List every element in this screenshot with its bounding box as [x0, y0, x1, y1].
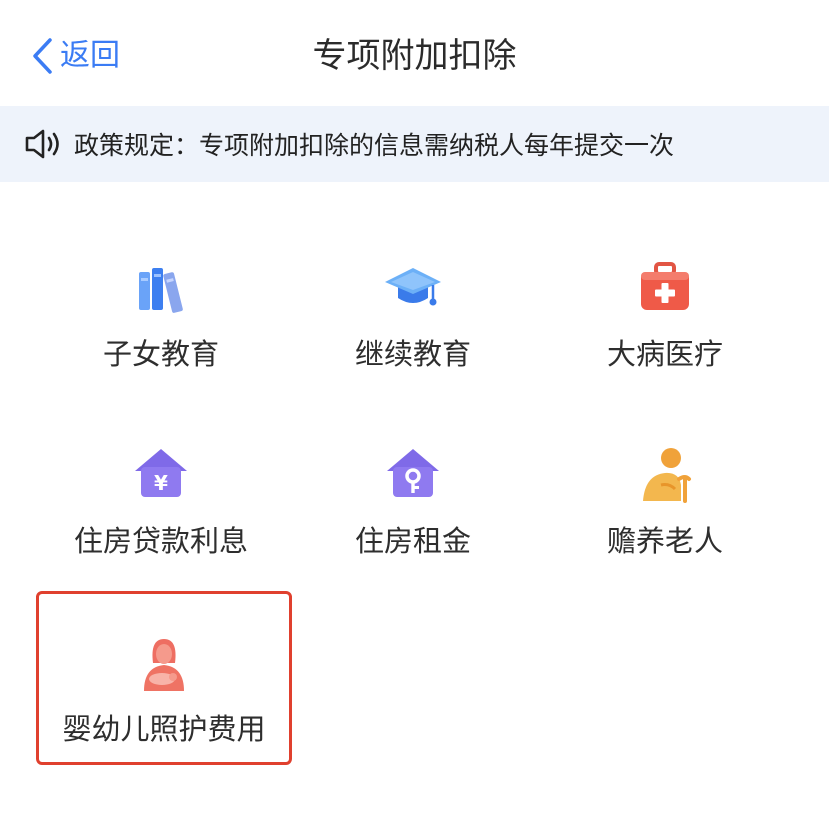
item-housing-rent[interactable]: 住房租金 [288, 445, 538, 605]
medical-kit-icon [641, 262, 689, 310]
page-title: 专项附加扣除 [312, 36, 517, 76]
notice-text: 政策规定：专项附加扣除的信息需纳税人每年提交一次 [74, 131, 675, 160]
graduation-cap-icon [385, 268, 441, 306]
item-label: 住房贷款利息 [73, 524, 248, 558]
books-icon [139, 268, 183, 313]
svg-text:¥: ¥ [154, 471, 168, 495]
item-serious-illness[interactable]: 大病医疗 [540, 258, 790, 418]
elderly-person-icon [643, 448, 691, 503]
item-mortgage-interest[interactable]: ¥ 住房贷款利息 [36, 445, 286, 605]
item-elderly-support[interactable]: 赡养老人 [540, 445, 790, 605]
item-label: 子女教育 [102, 337, 219, 371]
house-yen-icon: ¥ [135, 449, 187, 497]
item-label: 住房租金 [354, 524, 471, 558]
item-infant-care[interactable]: 婴幼儿照护费用 [39, 633, 289, 793]
house-key-icon [387, 449, 439, 497]
nav-bar: 返回 专项附加扣除 [0, 0, 829, 106]
item-label: 大病医疗 [606, 337, 723, 371]
special-deductions-page: 返回 专项附加扣除 政策规定：专项附加扣除的信息需纳税人每年提交一次 子女教育 [0, 0, 829, 836]
policy-notice: 政策规定：专项附加扣除的信息需纳税人每年提交一次 [0, 106, 829, 182]
item-continuing-education[interactable]: 继续教育 [288, 258, 538, 418]
item-label: 继续教育 [354, 337, 471, 371]
mother-baby-icon [144, 639, 184, 691]
item-child-education[interactable]: 子女教育 [36, 258, 286, 418]
item-label: 婴幼儿照护费用 [62, 712, 266, 746]
speaker-icon [25, 129, 59, 159]
item-label: 赡养老人 [606, 524, 723, 558]
